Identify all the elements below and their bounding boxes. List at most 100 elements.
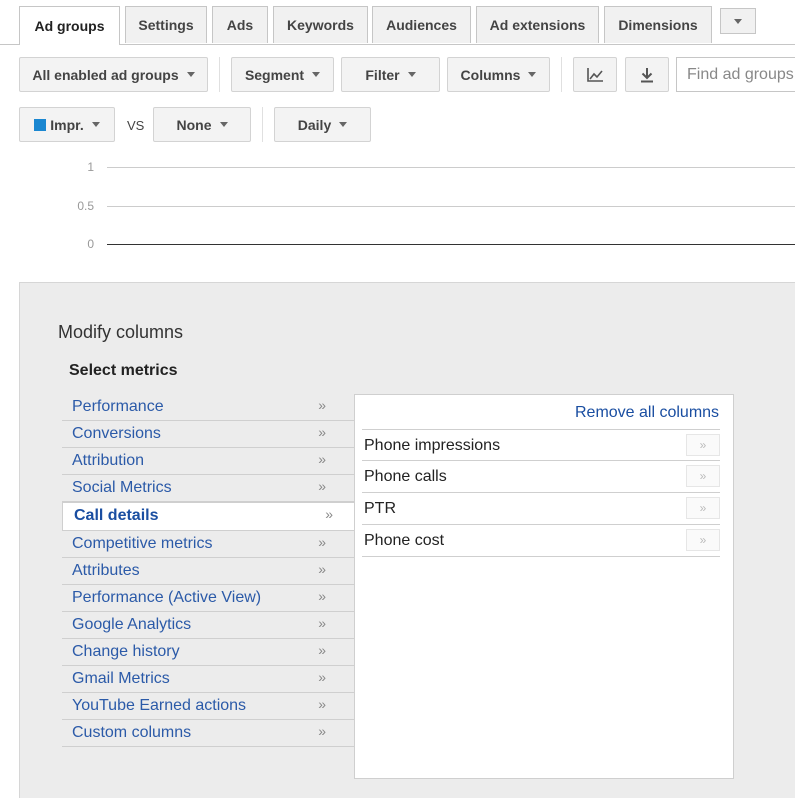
download-icon <box>641 67 653 82</box>
chevron-down-icon <box>312 72 321 77</box>
metric-category-youtube-earned-actions[interactable]: YouTube Earned actions » <box>62 693 354 720</box>
column-label: Phone cost <box>364 532 445 549</box>
tab-ads[interactable]: Ads <box>212 6 268 43</box>
double-chevron-right-icon: » <box>318 696 326 712</box>
metric-category-conversions[interactable]: Conversions » <box>62 421 354 448</box>
gridline <box>107 206 795 207</box>
metric2-dropdown[interactable]: None <box>153 107 251 142</box>
tab-ad-extensions[interactable]: Ad extensions <box>476 6 599 43</box>
metric-category-competitive-metrics[interactable]: Competitive metrics » <box>62 531 354 558</box>
toolbar-divider <box>262 107 263 142</box>
column-label: PTR <box>364 500 396 517</box>
gridline <box>107 167 795 168</box>
remove-column-button[interactable]: » <box>686 465 720 487</box>
metric2-label: None <box>176 116 212 133</box>
column-label: Phone impressions <box>364 437 501 454</box>
metric-category-performance[interactable]: Performance » <box>62 394 354 421</box>
double-chevron-right-icon: » <box>318 642 326 658</box>
period-dropdown[interactable]: Daily <box>274 107 371 142</box>
category-label: Custom columns <box>72 724 192 741</box>
toggle-chart-button[interactable] <box>573 57 617 92</box>
chevron-down-icon <box>219 122 228 127</box>
panel-title: Modify columns <box>58 322 184 342</box>
category-label: Change history <box>72 643 180 660</box>
category-label: YouTube Earned actions <box>72 697 247 714</box>
category-label: Performance (Active View) <box>72 589 262 606</box>
chevron-down-icon <box>91 122 100 127</box>
y-tick-label: 0.5 <box>77 199 94 213</box>
segment-button[interactable]: Segment <box>231 57 334 92</box>
more-tabs-button[interactable] <box>720 8 756 34</box>
tab-audiences[interactable]: Audiences <box>372 6 471 43</box>
metric-category-attribution[interactable]: Attribution » <box>62 448 354 475</box>
metric1-dropdown[interactable]: Impr. <box>19 107 115 142</box>
selected-column-row: Phone cost » <box>362 525 720 557</box>
remove-column-button[interactable]: » <box>686 434 720 456</box>
double-chevron-right-icon: » <box>318 723 326 739</box>
y-tick-label: 1 <box>87 160 94 174</box>
double-chevron-right-icon: » <box>325 506 333 522</box>
vs-label: VS <box>127 118 145 133</box>
chevron-down-icon <box>528 72 537 77</box>
remove-column-button[interactable]: » <box>686 497 720 519</box>
double-chevron-right-icon: » <box>318 451 326 467</box>
ad-group-status-label: All enabled ad groups <box>32 66 179 83</box>
metric-category-active-view[interactable]: Performance (Active View) » <box>62 585 354 612</box>
double-chevron-right-icon: » <box>318 588 326 604</box>
filter-label: Filter <box>365 66 400 83</box>
metric-category-custom-columns[interactable]: Custom columns » <box>62 720 354 747</box>
category-label: Conversions <box>72 425 161 442</box>
metric-category-call-details[interactable]: Call details » <box>62 502 362 531</box>
category-label: Social Metrics <box>72 479 172 496</box>
remove-all-columns-link[interactable]: Remove all columns <box>575 404 719 422</box>
category-label: Call details <box>74 507 159 524</box>
tab-ad-groups[interactable]: Ad groups <box>19 6 120 45</box>
double-chevron-right-icon: » <box>318 424 326 440</box>
download-button[interactable] <box>625 57 669 92</box>
double-chevron-right-icon: » <box>318 669 326 685</box>
chart-baseline <box>107 244 795 245</box>
tab-settings[interactable]: Settings <box>125 6 207 43</box>
category-label: Performance <box>72 398 164 415</box>
segment-label: Segment <box>244 66 305 83</box>
columns-button[interactable]: Columns <box>447 57 550 92</box>
chevron-down-icon <box>186 72 195 77</box>
category-label: Gmail Metrics <box>72 670 170 687</box>
toolbar-divider <box>561 57 562 92</box>
category-label: Attributes <box>72 562 140 579</box>
filter-button[interactable]: Filter <box>341 57 440 92</box>
columns-label: Columns <box>460 66 521 83</box>
remove-column-button[interactable]: » <box>686 529 720 551</box>
ad-group-status-dropdown[interactable]: All enabled ad groups <box>19 57 208 92</box>
category-label: Google Analytics <box>72 616 192 633</box>
selected-column-row: PTR » <box>362 493 720 525</box>
tab-bar: Ad groups Settings Ads Keywords Audience… <box>0 0 795 45</box>
metric1-label: Impr. <box>50 116 84 133</box>
chevron-down-icon <box>339 122 348 127</box>
metric-category-social-metrics[interactable]: Social Metrics » <box>62 475 354 502</box>
metric1-color-swatch <box>34 118 47 131</box>
search-input[interactable] <box>676 57 795 92</box>
double-chevron-right-icon: » <box>318 478 326 494</box>
metric-category-attributes[interactable]: Attributes » <box>62 558 354 585</box>
category-label: Competitive metrics <box>72 535 213 552</box>
category-label: Attribution <box>72 452 145 469</box>
chevron-down-icon <box>734 18 742 24</box>
selected-column-row: Phone impressions » <box>362 429 720 461</box>
double-chevron-right-icon: » <box>318 534 326 550</box>
column-label: Phone calls <box>364 468 447 485</box>
tab-keywords[interactable]: Keywords <box>273 6 368 43</box>
select-metrics-heading: Select metrics <box>69 362 178 379</box>
y-tick-label: 0 <box>87 237 94 251</box>
metric-category-change-history[interactable]: Change history » <box>62 639 354 666</box>
double-chevron-right-icon: » <box>318 615 326 631</box>
metric-category-google-analytics[interactable]: Google Analytics » <box>62 612 354 639</box>
selected-column-row: Phone calls » <box>362 461 720 493</box>
double-chevron-right-icon: » <box>318 561 326 577</box>
toolbar-divider <box>219 57 220 92</box>
double-chevron-right-icon: » <box>318 397 326 413</box>
chevron-down-icon <box>407 72 416 77</box>
line-chart-icon <box>587 67 603 82</box>
metric-category-gmail-metrics[interactable]: Gmail Metrics » <box>62 666 354 693</box>
tab-dimensions[interactable]: Dimensions <box>604 6 712 43</box>
